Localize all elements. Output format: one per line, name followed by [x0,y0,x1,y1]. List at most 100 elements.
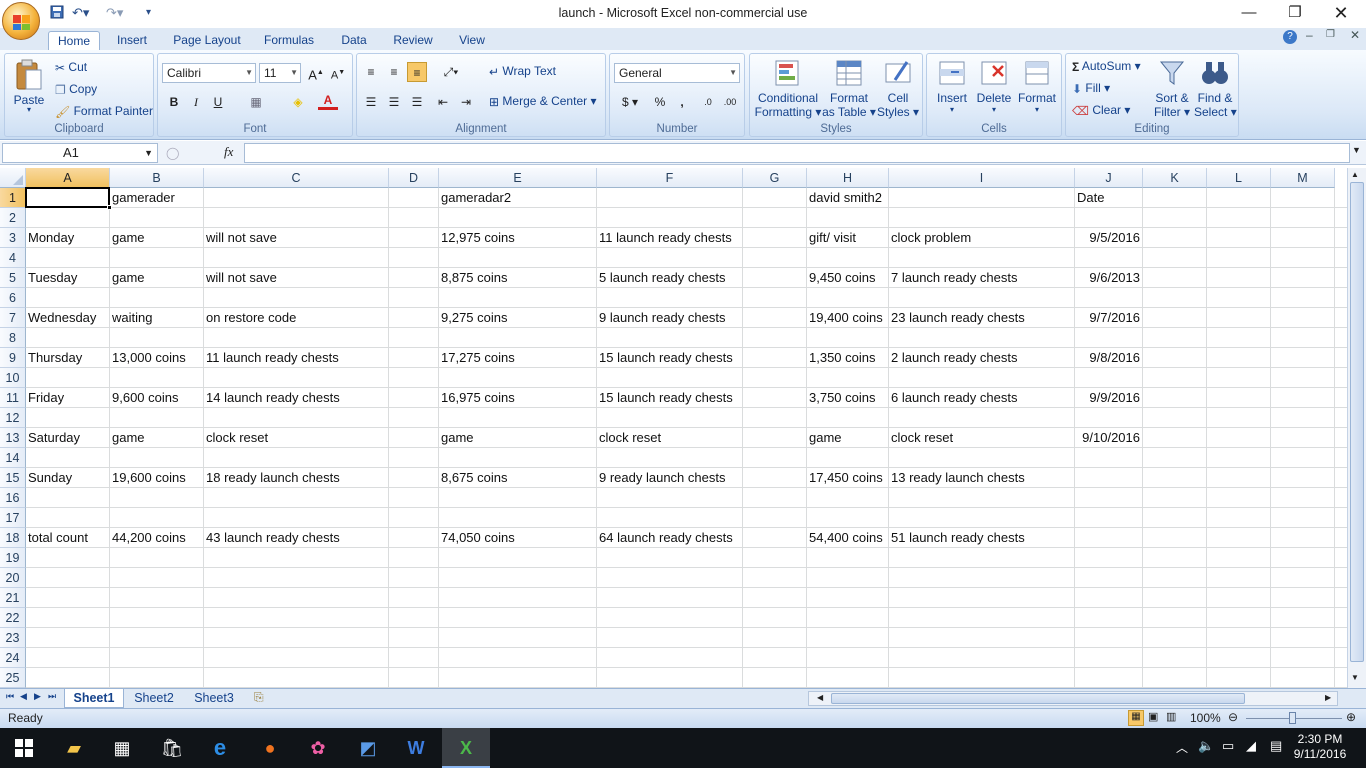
align-middle-icon[interactable]: ≡ [384,62,404,82]
redo-icon[interactable]: ↷▾ [106,5,123,21]
cell-a5[interactable]: Tuesday [26,268,77,288]
cell-a13[interactable]: Saturday [26,428,80,448]
shrink-font-button[interactable]: A▼ [328,63,348,83]
row-header-7[interactable]: 7 [0,308,26,328]
column-header-k[interactable]: K [1143,168,1207,188]
number-format-select[interactable]: General ▼ [614,63,740,83]
workbook-close-icon[interactable]: ✕ [1350,28,1360,42]
row-header-18[interactable]: 18 [0,528,26,548]
cell-h18[interactable]: 54,400 coins [807,528,883,548]
notification-icon[interactable]: ▤ [1270,738,1282,754]
cell-e15[interactable]: 8,675 coins [439,468,508,488]
align-bottom-icon[interactable]: ≡ [407,62,427,82]
font-size-select[interactable]: 11 ▼ [259,63,301,83]
firefox-icon[interactable]: ● [246,728,294,768]
cell-a15[interactable]: Sunday [26,468,72,488]
column-header-h[interactable]: H [807,168,889,188]
font-color-button[interactable]: A [318,92,338,110]
cell-i11[interactable]: 6 launch ready chests [889,388,1017,408]
merge-center-button[interactable]: ⊞ Merge & Center ▾ [489,94,596,109]
page-layout-view-icon[interactable]: ▣ [1148,710,1158,723]
row-header-19[interactable]: 19 [0,548,26,568]
cell-i5[interactable]: 7 launch ready chests [889,268,1017,288]
cell-e1[interactable]: gameradar2 [439,188,511,208]
help-icon[interactable]: ? [1283,30,1297,44]
cell-i9[interactable]: 2 launch ready chests [889,348,1017,368]
orientation-icon[interactable]: ⤢▾ [437,62,465,82]
format-as-table-button[interactable]: Format as Table ▾ [822,58,876,119]
cell-b3[interactable]: game [110,228,145,248]
prev-sheet-icon[interactable]: ◀ [20,691,27,702]
tab-view[interactable]: View [452,31,492,50]
cell-c11[interactable]: 14 launch ready chests [204,388,340,408]
cell-f15[interactable]: 9 ready launch chests [597,468,725,488]
row-header-4[interactable]: 4 [0,248,26,268]
format-cells-button[interactable]: Format ▾ [1015,58,1059,114]
expand-formula-icon[interactable]: ▼ [1352,145,1361,155]
underline-button[interactable]: U [208,92,228,112]
column-header-j[interactable]: J [1075,168,1143,188]
column-header-m[interactable]: M [1271,168,1335,188]
align-right-icon[interactable]: ☰ [407,92,427,112]
row-header-23[interactable]: 23 [0,628,26,648]
cell-i13[interactable]: clock reset [889,428,953,448]
cell-f13[interactable]: clock reset [597,428,661,448]
vertical-scrollbar[interactable]: ▲ ▼ [1347,168,1366,688]
increase-decimal-icon[interactable]: .0 [698,92,718,112]
insert-cells-button[interactable]: Insert ▾ [931,58,973,114]
cut-button[interactable]: ✂ Cut [55,60,87,75]
formula-input[interactable] [244,143,1350,163]
column-header-i[interactable]: I [889,168,1075,188]
cell-c15[interactable]: 18 ready launch chests [204,468,340,488]
active-cell-selection[interactable] [25,187,112,210]
office-button[interactable] [2,2,40,40]
column-header-a[interactable]: A [26,168,110,188]
align-left-icon[interactable]: ☰ [361,92,381,112]
ribbon-minimize-icon[interactable]: – [1306,28,1313,42]
column-header-d[interactable]: D [389,168,439,188]
cell-h1[interactable]: david smith2 [807,188,882,208]
italic-button[interactable]: I [186,92,206,112]
normal-view-icon[interactable]: ▦ [1128,710,1144,726]
cell-i15[interactable]: 13 ready launch chests [889,468,1025,488]
zoom-in-icon[interactable]: ⊕ [1346,710,1356,724]
paste-button[interactable]: Paste ▾ [11,58,47,114]
cell-h7[interactable]: 19,400 coins [807,308,883,328]
cell-b15[interactable]: 19,600 coins [110,468,186,488]
comma-icon[interactable]: , [672,92,692,112]
vertical-scroll-thumb[interactable] [1350,182,1364,662]
sheet-tab-sheet1[interactable]: Sheet1 [64,689,124,708]
row-header-3[interactable]: 3 [0,228,26,248]
customize-qat-icon[interactable]: ▾ [146,7,151,18]
ribbon-restore-icon[interactable]: ❐ [1326,29,1335,40]
tab-home[interactable]: Home [48,31,100,50]
battery-icon[interactable]: ▭ [1222,738,1234,754]
font-name-select[interactable]: Calibri ▼ [162,63,256,83]
cell-f18[interactable]: 64 launch ready chests [597,528,733,548]
cell-f5[interactable]: 5 launch ready chests [597,268,725,288]
windows-start-icon[interactable] [0,728,48,768]
cell-a11[interactable]: Friday [26,388,64,408]
edge-icon[interactable]: e [196,728,244,768]
column-header-b[interactable]: B [110,168,204,188]
row-header-12[interactable]: 12 [0,408,26,428]
currency-icon[interactable]: $ ▾ [616,92,644,112]
save-icon[interactable] [50,5,64,22]
row-header-11[interactable]: 11 [0,388,26,408]
store-icon[interactable]: 🛍 [148,728,196,768]
insert-sheet-icon[interactable]: ⎘ [254,690,264,705]
horizontal-scrollbar[interactable]: ◀ ▶ [808,691,1338,706]
row-header-9[interactable]: 9 [0,348,26,368]
cell-h15[interactable]: 17,450 coins [807,468,883,488]
cell-f3[interactable]: 11 launch ready chests [597,228,732,248]
cell-j1[interactable]: Date [1075,188,1104,208]
cell-a9[interactable]: Thursday [26,348,82,368]
find-select-button[interactable]: Find & Select ▾ [1194,58,1237,119]
row-header-15[interactable]: 15 [0,468,26,488]
row-header-17[interactable]: 17 [0,508,26,528]
first-sheet-icon[interactable]: ⏮ [6,691,14,702]
cell-f9[interactable]: 15 launch ready chests [597,348,733,368]
zoom-slider-thumb[interactable] [1289,712,1296,724]
scroll-right-icon[interactable]: ▶ [1325,693,1331,702]
calculator-icon[interactable]: ▦ [98,728,146,768]
